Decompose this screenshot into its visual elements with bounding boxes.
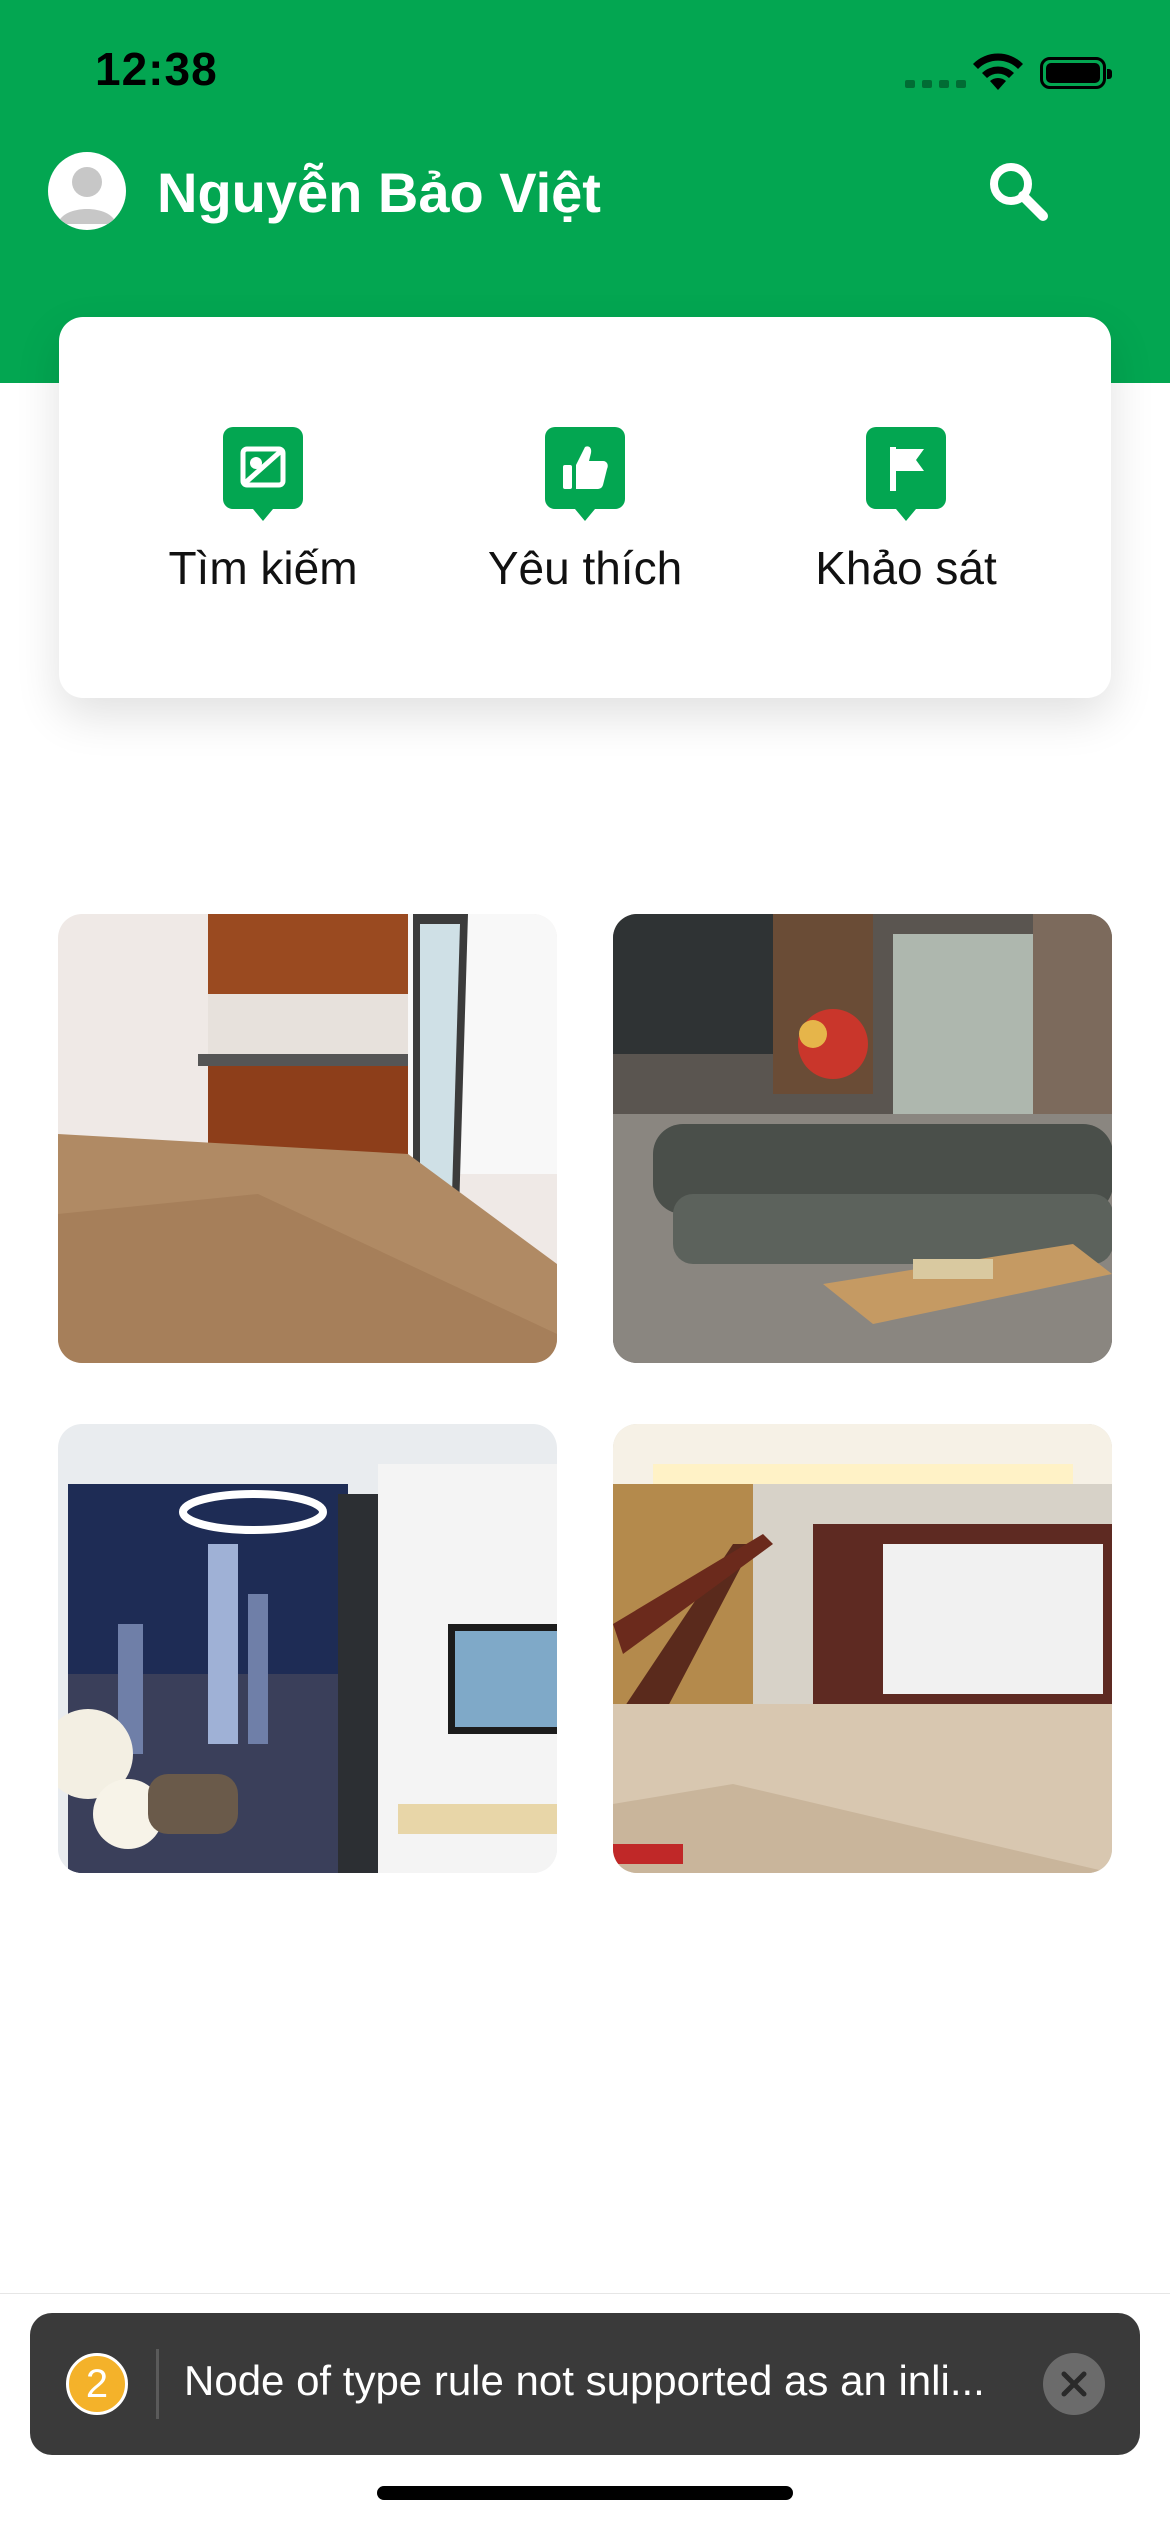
toast-message[interactable]: Node of type rule not supported as an in… bbox=[184, 2357, 1034, 2405]
cellular-signal-icon bbox=[905, 80, 966, 88]
battery-icon bbox=[1040, 57, 1112, 89]
search-icon[interactable] bbox=[985, 158, 1051, 224]
flag-icon bbox=[866, 427, 946, 521]
quick-action-label: Tìm kiếm bbox=[168, 542, 358, 594]
quick-action-label: Yêu thích bbox=[487, 542, 683, 594]
map-search-icon bbox=[223, 427, 303, 521]
gallery-photo-kitchen[interactable] bbox=[58, 914, 557, 1363]
photo-image bbox=[58, 914, 557, 1363]
gallery-photo-hall[interactable] bbox=[613, 1424, 1112, 1873]
status-time: 12:38 bbox=[95, 43, 218, 95]
wifi-icon bbox=[973, 53, 1023, 90]
photo-image bbox=[58, 1424, 557, 1873]
quick-action-favorite[interactable]: Yêu thích bbox=[435, 427, 735, 595]
user-avatar[interactable] bbox=[48, 152, 126, 230]
user-name[interactable]: Nguyễn Bảo Việt bbox=[157, 160, 601, 225]
photo-image bbox=[613, 914, 1112, 1363]
error-count-badge: 2 bbox=[66, 2353, 128, 2415]
home-indicator[interactable] bbox=[377, 2486, 793, 2500]
quick-action-survey[interactable]: Khảo sát bbox=[756, 427, 1056, 595]
thumbs-up-icon bbox=[545, 427, 625, 521]
person-avatar-icon bbox=[58, 167, 116, 224]
quick-action-search[interactable]: Tìm kiếm bbox=[113, 427, 413, 595]
gallery-photo-city-view[interactable] bbox=[58, 1424, 557, 1873]
quick-action-label: Khảo sát bbox=[815, 542, 997, 594]
toast-close-button[interactable] bbox=[1043, 2353, 1105, 2415]
photo-image bbox=[613, 1424, 1112, 1873]
close-icon bbox=[1061, 2371, 1087, 2397]
quick-actions-card: Tìm kiếm Yêu thích Khảo sát bbox=[59, 317, 1111, 698]
error-toast[interactable]: 2 Node of type rule not supported as an … bbox=[30, 2313, 1140, 2455]
divider bbox=[156, 2349, 159, 2419]
divider bbox=[0, 2293, 1170, 2294]
gallery-photo-living-room[interactable] bbox=[613, 914, 1112, 1363]
